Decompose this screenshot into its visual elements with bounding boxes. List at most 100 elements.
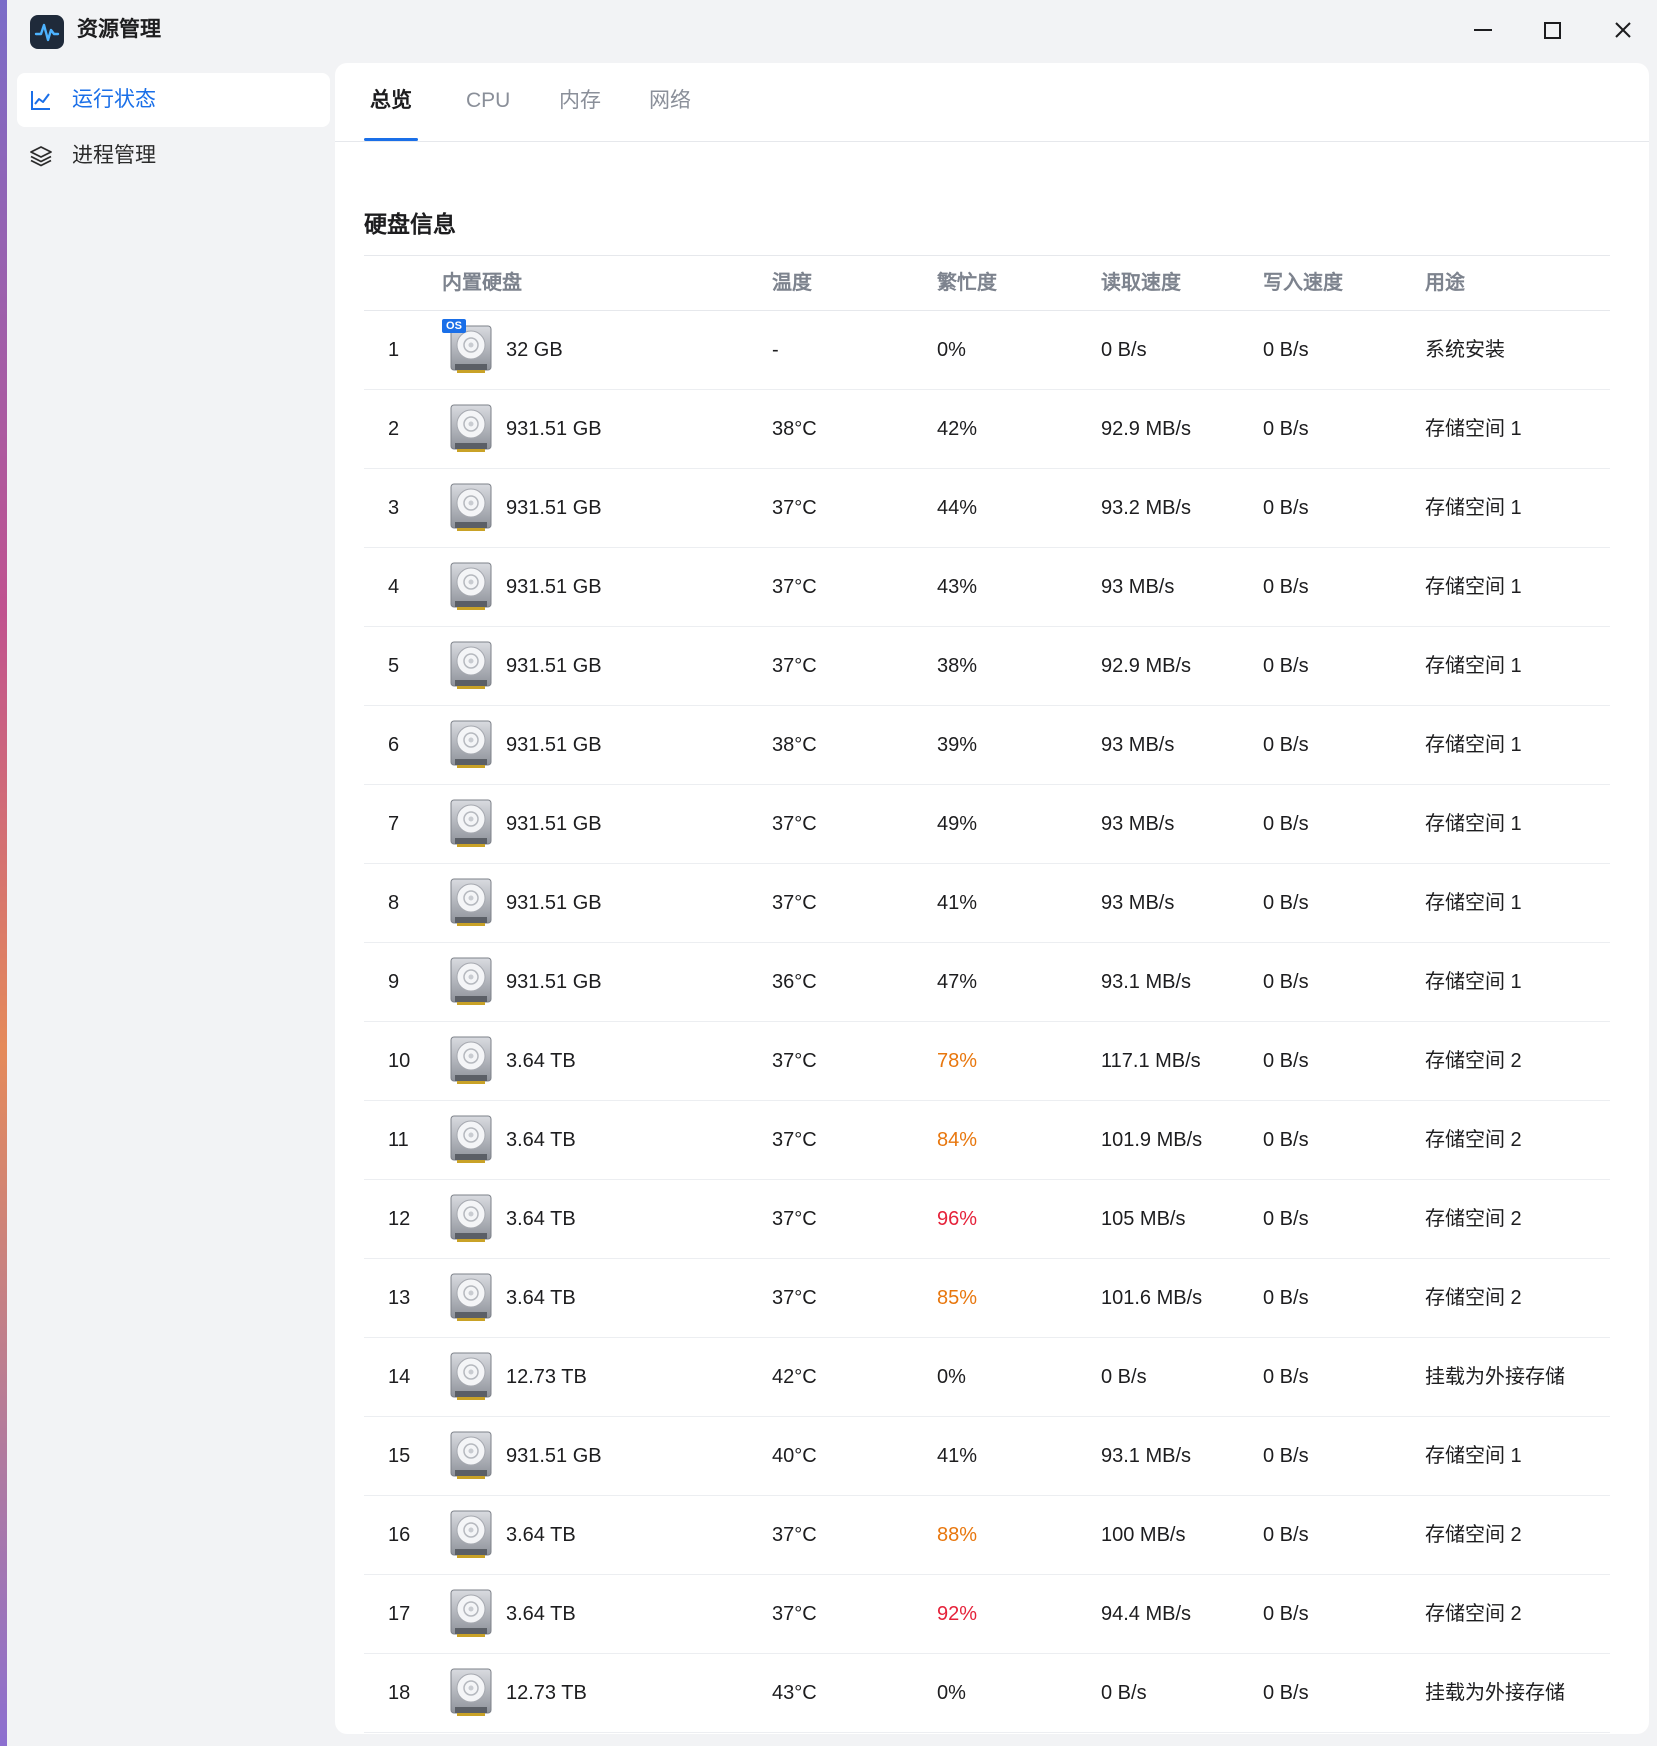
disk-usage: 存储空间 1 bbox=[1425, 734, 1522, 756]
disk-busy: 41% bbox=[937, 1445, 978, 1467]
sidebar-item-label: 运行状态 bbox=[72, 88, 156, 111]
disk-read-speed: 101.9 MB/s bbox=[1101, 1129, 1203, 1151]
disk-usage: 存储空间 2 bbox=[1425, 1050, 1522, 1072]
disk-busy: 78% bbox=[937, 1050, 978, 1072]
close-button[interactable] bbox=[1604, 14, 1640, 46]
disk-usage: 存储空间 2 bbox=[1425, 1524, 1522, 1546]
disk-capacity: 931.51 GB bbox=[506, 497, 602, 519]
disk-busy: 84% bbox=[937, 1129, 978, 1151]
disk-usage: 系统安装 bbox=[1425, 339, 1505, 361]
row-index: 16 bbox=[388, 1524, 411, 1546]
disk-temperature: 37°C bbox=[772, 1603, 817, 1625]
close-icon bbox=[1615, 22, 1631, 38]
disk-temperature: 38°C bbox=[772, 734, 817, 756]
disk-capacity: 3.64 TB bbox=[506, 1129, 576, 1151]
disk-usage: 存储空间 1 bbox=[1425, 576, 1522, 598]
maximize-icon bbox=[1544, 22, 1561, 39]
app-icon bbox=[30, 15, 64, 49]
disk-usage: 存储空间 1 bbox=[1425, 1445, 1522, 1467]
row-index: 7 bbox=[388, 813, 400, 835]
disk-capacity: 931.51 GB bbox=[506, 971, 602, 993]
hard-disk-icon bbox=[448, 1193, 494, 1245]
disk-write-speed: 0 B/s bbox=[1263, 497, 1309, 519]
hard-disk-icon bbox=[448, 1114, 494, 1166]
disk-busy: 44% bbox=[937, 497, 978, 519]
table-body: 1 OS 32 GB - 0% 0 B/s 0 B/s 系统安装 2 931.51 GB 38°C 4… bbox=[364, 311, 1610, 1733]
disk-read-speed: 93 MB/s bbox=[1101, 813, 1175, 835]
row-index: 18 bbox=[388, 1682, 411, 1704]
disk-temperature: 37°C bbox=[772, 1287, 817, 1309]
disk-capacity: 931.51 GB bbox=[506, 813, 602, 835]
row-index: 4 bbox=[388, 576, 400, 598]
disk-write-speed: 0 B/s bbox=[1263, 418, 1309, 440]
disk-busy: 42% bbox=[937, 418, 978, 440]
disk-read-speed: 93.1 MB/s bbox=[1101, 1445, 1192, 1467]
disk-temperature: 38°C bbox=[772, 418, 817, 440]
disk-busy: 0% bbox=[937, 1682, 966, 1704]
resource-manager-window: 资源管理 运行状态 进程管理 总览 CPU 内存 网络 硬盘信息 内置硬盘 温度… bbox=[7, 0, 1657, 1746]
main-panel: 总览 CPU 内存 网络 硬盘信息 内置硬盘 温度 繁忙度 读取速度 写入速度 … bbox=[335, 63, 1649, 1734]
disk-usage: 挂载为外接存储 bbox=[1425, 1366, 1565, 1388]
table-row: 3 931.51 GB 37°C 44% 93.2 MB/s 0 B/s 存储空间 1 bbox=[364, 469, 1610, 548]
row-index: 12 bbox=[388, 1208, 411, 1230]
sidebar: 运行状态 进程管理 bbox=[17, 73, 330, 185]
disk-usage: 存储空间 2 bbox=[1425, 1129, 1522, 1151]
sidebar-item-label: 进程管理 bbox=[72, 144, 156, 167]
disk-busy: 47% bbox=[937, 971, 978, 993]
header-disk: 内置硬盘 bbox=[442, 272, 522, 294]
disk-usage: 存储空间 1 bbox=[1425, 418, 1522, 440]
table-row: 5 931.51 GB 37°C 38% 92.9 MB/s 0 B/s 存储空间 1 bbox=[364, 627, 1610, 706]
hard-disk-icon bbox=[448, 877, 494, 929]
disk-temperature: 37°C bbox=[772, 1208, 817, 1230]
tab-network[interactable]: 网络 bbox=[649, 87, 691, 115]
disk-read-speed: 93 MB/s bbox=[1101, 576, 1175, 598]
disk-temperature: 37°C bbox=[772, 813, 817, 835]
section-title: 硬盘信息 bbox=[364, 211, 456, 237]
sidebar-item-process-management[interactable]: 进程管理 bbox=[17, 129, 330, 183]
disk-read-speed: 93.2 MB/s bbox=[1101, 497, 1192, 519]
disk-read-speed: 94.4 MB/s bbox=[1101, 1603, 1192, 1625]
hard-disk-icon bbox=[448, 640, 494, 692]
disk-usage: 存储空间 2 bbox=[1425, 1603, 1522, 1625]
disk-write-speed: 0 B/s bbox=[1263, 734, 1309, 756]
hard-disk-icon bbox=[448, 1509, 494, 1561]
disk-busy: 96% bbox=[937, 1208, 978, 1230]
sidebar-item-running-status[interactable]: 运行状态 bbox=[17, 73, 330, 127]
tab-memory[interactable]: 内存 bbox=[559, 87, 601, 115]
hard-disk-icon bbox=[448, 482, 494, 534]
header-busy: 繁忙度 bbox=[937, 272, 997, 294]
maximize-button[interactable] bbox=[1534, 14, 1570, 46]
table-row: 6 931.51 GB 38°C 39% 93 MB/s 0 B/s 存储空间 1 bbox=[364, 706, 1610, 785]
disk-usage: 存储空间 1 bbox=[1425, 813, 1522, 835]
minimize-icon bbox=[1474, 29, 1492, 31]
disk-temperature: 37°C bbox=[772, 1050, 817, 1072]
hard-disk-icon bbox=[448, 1272, 494, 1324]
table-row: 16 3.64 TB 37°C 88% 100 MB/s 0 B/s 存储空间 2 bbox=[364, 1496, 1610, 1575]
disk-capacity: 931.51 GB bbox=[506, 418, 602, 440]
active-tab-indicator bbox=[364, 138, 418, 141]
disk-read-speed: 93.1 MB/s bbox=[1101, 971, 1192, 993]
disk-table: 内置硬盘 温度 繁忙度 读取速度 写入速度 用途 1 OS 32 GB - 0% 0 B/… bbox=[364, 255, 1610, 1733]
disk-read-speed: 92.9 MB/s bbox=[1101, 655, 1192, 677]
table-row: 11 3.64 TB 37°C 84% 101.9 MB/s 0 B/s 存储空间 2 bbox=[364, 1101, 1610, 1180]
layers-icon bbox=[30, 146, 52, 167]
disk-read-speed: 93 MB/s bbox=[1101, 734, 1175, 756]
tab-overview[interactable]: 总览 bbox=[370, 87, 412, 115]
table-header: 内置硬盘 温度 繁忙度 读取速度 写入速度 用途 bbox=[364, 255, 1610, 311]
disk-capacity: 931.51 GB bbox=[506, 1445, 602, 1467]
tab-cpu[interactable]: CPU bbox=[466, 87, 510, 115]
disk-read-speed: 93 MB/s bbox=[1101, 892, 1175, 914]
disk-temperature: 36°C bbox=[772, 971, 817, 993]
row-index: 9 bbox=[388, 971, 400, 993]
tab-bar: 总览 CPU 内存 网络 bbox=[335, 63, 1649, 142]
hard-disk-icon bbox=[448, 403, 494, 455]
line-chart-icon bbox=[31, 91, 50, 110]
table-row: 14 12.73 TB 42°C 0% 0 B/s 0 B/s 挂载为外接存储 bbox=[364, 1338, 1610, 1417]
disk-usage: 存储空间 2 bbox=[1425, 1208, 1522, 1230]
disk-busy: 0% bbox=[937, 1366, 966, 1388]
title-bar: 资源管理 bbox=[7, 0, 1657, 62]
minimize-button[interactable] bbox=[1464, 14, 1500, 46]
row-index: 1 bbox=[388, 339, 400, 361]
disk-temperature: 40°C bbox=[772, 1445, 817, 1467]
disk-capacity: 3.64 TB bbox=[506, 1287, 576, 1309]
